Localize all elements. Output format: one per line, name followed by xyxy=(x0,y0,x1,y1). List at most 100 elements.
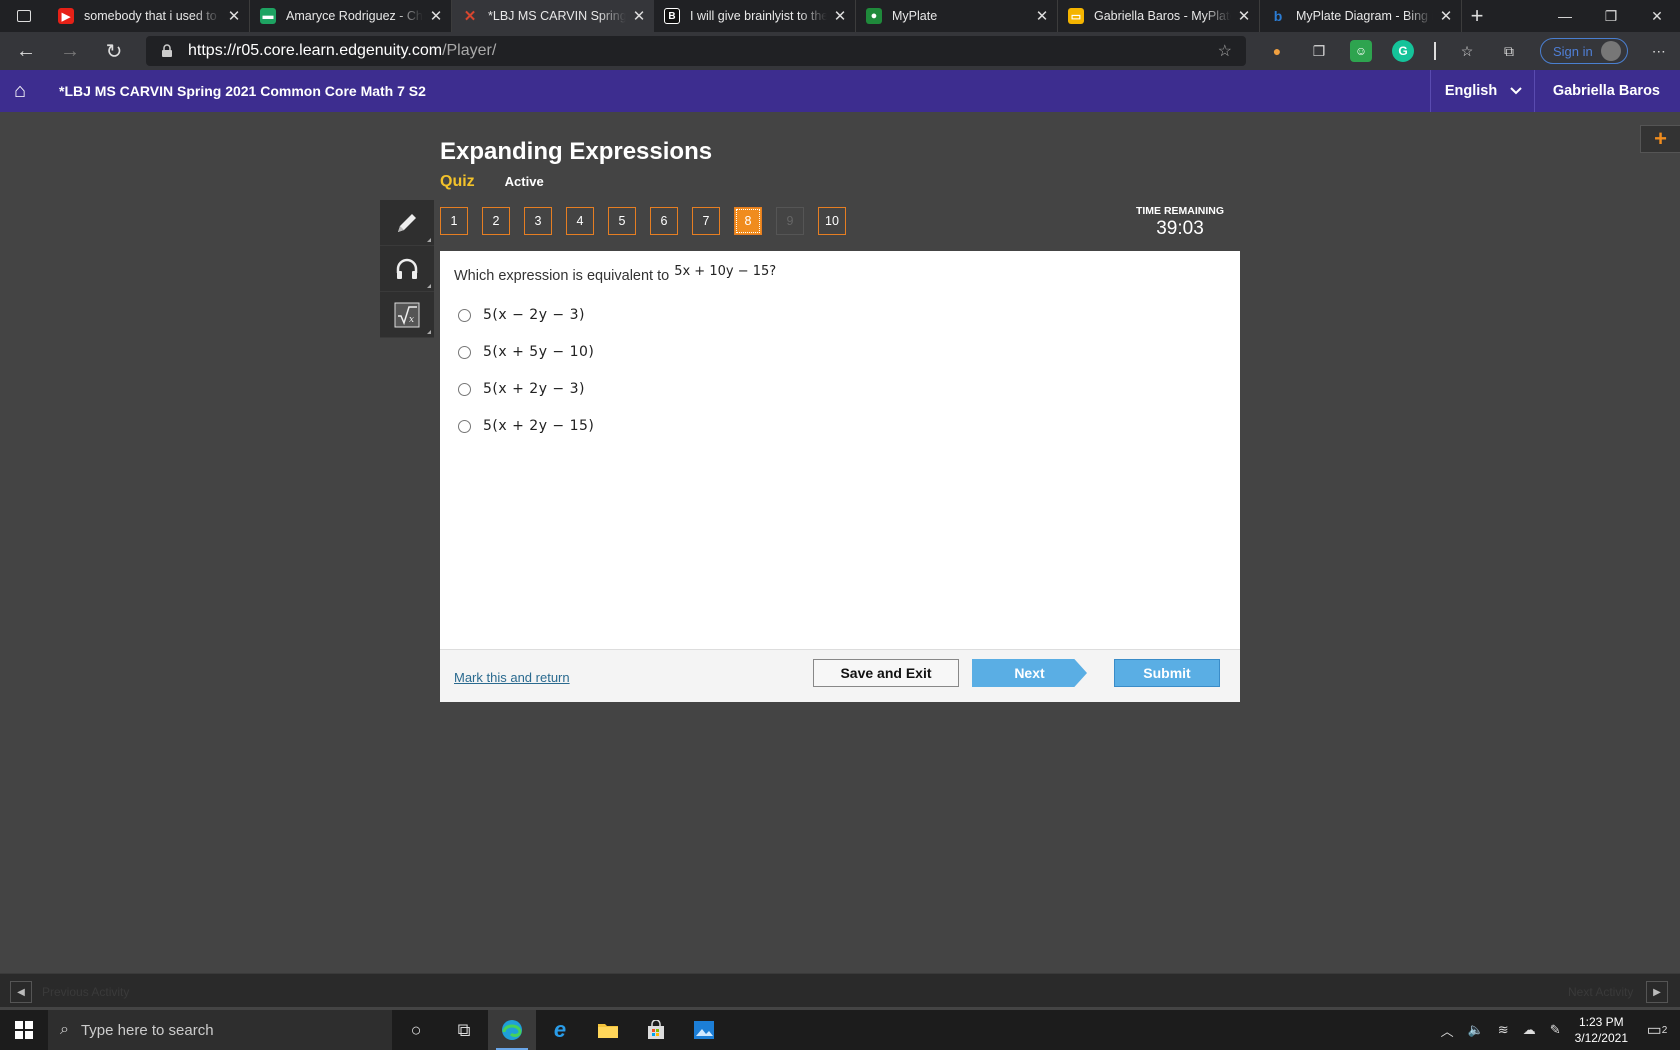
question-number-button[interactable]: 1 xyxy=(440,207,468,235)
search-placeholder: Type here to search xyxy=(80,1021,214,1039)
volume-icon[interactable]: 🔈 xyxy=(1468,1022,1484,1038)
restore-button[interactable]: ❐ xyxy=(1588,0,1634,32)
browser-tab-3[interactable]: ✕ *LBJ MS CARVIN Spring 2021 ✕ xyxy=(452,0,654,32)
next-activity-label: Next Activity xyxy=(1568,985,1634,999)
question-number-button[interactable]: 4 xyxy=(566,207,594,235)
close-tab-icon[interactable]: ✕ xyxy=(1035,7,1049,25)
previous-activity-button[interactable]: ◀ xyxy=(10,981,32,1003)
onedrive-icon[interactable]: ☁ xyxy=(1523,1022,1536,1038)
question-expression: 5x + 10y − 15? xyxy=(674,264,777,279)
extension-avatar-icon[interactable]: ● xyxy=(1266,40,1288,62)
answer-option-4[interactable]: 5(x + 2y − 15) xyxy=(458,418,594,434)
browser-tab-4[interactable]: B I will give brainlyist to the ✕ xyxy=(654,0,856,32)
new-tab-button[interactable]: + xyxy=(1462,0,1492,32)
pen-icon[interactable]: ✎ xyxy=(1550,1022,1561,1038)
file-explorer-icon[interactable] xyxy=(584,1010,632,1050)
collections-icon[interactable]: ⧉ xyxy=(1498,40,1520,62)
timer-label: TIME REMAINING xyxy=(1135,205,1225,217)
expand-plus-button[interactable]: + xyxy=(1640,125,1680,153)
windows-taskbar: ⌕ Type here to search ○ ⧉ e ︿ 🔈 ≋ ☁ ✎ 1:… xyxy=(0,1010,1680,1050)
question-number-button[interactable]: 2 xyxy=(482,207,510,235)
refresh-button[interactable]: ↻ xyxy=(96,35,132,67)
task-view-icon[interactable]: ⧉ xyxy=(440,1010,488,1050)
tab-actions-button[interactable] xyxy=(0,0,48,32)
math-tool-button[interactable]: x xyxy=(380,292,434,338)
more-menu-icon[interactable]: ⋯ xyxy=(1648,40,1670,62)
start-button[interactable] xyxy=(0,1010,48,1050)
close-window-button[interactable]: ✕ xyxy=(1634,0,1680,32)
grammarly-icon[interactable]: G xyxy=(1392,40,1414,62)
slides-icon: ▭ xyxy=(1068,8,1084,24)
close-tab-icon[interactable]: ✕ xyxy=(227,7,241,25)
extensions-area: ● ❐ ☺ G ☆ ⧉ Sign in ⋯ xyxy=(1266,38,1680,64)
cortana-icon[interactable]: ○ xyxy=(392,1010,440,1050)
edge-logo-icon xyxy=(502,1020,522,1040)
url-field[interactable]: https://r05.core.learn.edgenuity.com/Pla… xyxy=(146,36,1246,66)
question-number-button[interactable]: 10 xyxy=(818,207,846,235)
browser-tab-5[interactable]: ● MyPlate ✕ xyxy=(856,0,1058,32)
home-icon[interactable]: ⌂ xyxy=(0,80,40,103)
audio-tool-button[interactable] xyxy=(380,246,434,292)
browser-tab-2[interactable]: ▬ Amaryce Rodriguez - Chat ✕ xyxy=(250,0,452,32)
language-selector[interactable]: English xyxy=(1429,70,1534,112)
submit-button[interactable]: Submit xyxy=(1114,659,1220,687)
question-panel: Which expression is equivalent to 5x + 1… xyxy=(440,251,1240,702)
extension-green-icon[interactable]: ☺ xyxy=(1350,40,1372,62)
notification-count: 2 xyxy=(1661,1024,1668,1036)
next-activity-button[interactable]: ▶ xyxy=(1646,981,1668,1003)
close-tab-icon[interactable]: ✕ xyxy=(833,7,847,25)
add-favorite-icon[interactable]: ☆ xyxy=(1218,41,1232,61)
taskbar-search[interactable]: ⌕ Type here to search xyxy=(48,1010,392,1050)
browser-tab-6[interactable]: ▭ Gabriella Baros - MyPlate ✕ xyxy=(1058,0,1260,32)
forward-button[interactable]: → xyxy=(52,35,88,67)
favorites-icon[interactable]: ☆ xyxy=(1456,40,1478,62)
minimize-button[interactable]: — xyxy=(1542,0,1588,32)
wifi-icon[interactable]: ≋ xyxy=(1498,1022,1509,1038)
close-tab-icon[interactable]: ✕ xyxy=(1237,7,1251,25)
answer-option-3[interactable]: 5(x + 2y − 3) xyxy=(458,381,585,397)
next-button[interactable]: Next xyxy=(972,659,1087,687)
question-prompt: Which expression is equivalent to 5x + 1… xyxy=(454,264,776,284)
store-icon[interactable] xyxy=(632,1010,680,1050)
mark-and-return-link[interactable]: Mark this and return xyxy=(454,670,570,685)
system-clock[interactable]: 1:23 PM 3/12/2021 xyxy=(1575,1014,1628,1046)
answer-option-1[interactable]: 5(x − 2y − 3) xyxy=(458,307,585,323)
show-hidden-icons[interactable]: ︿ xyxy=(1441,1021,1454,1040)
answer-option-2[interactable]: 5(x + 5y − 10) xyxy=(458,344,594,360)
tool-palette: x xyxy=(380,200,434,338)
folder-icon xyxy=(598,1024,618,1038)
system-tray: ︿ 🔈 ≋ ☁ ✎ 1:23 PM 3/12/2021 ▭ 2 xyxy=(1441,1014,1680,1046)
current-question-button[interactable]: 8 xyxy=(734,207,762,235)
extension-copy-icon[interactable]: ❐ xyxy=(1308,40,1330,62)
browser-tab-bar: ▶ somebody that i used to know ✕ ▬ Amary… xyxy=(0,0,1680,32)
time-remaining: TIME REMAINING 39:03 xyxy=(1120,205,1240,240)
notification-center-icon[interactable]: ▭ 2 xyxy=(1642,1020,1672,1040)
browser-tab-7[interactable]: b MyPlate Diagram - Bing images ✕ xyxy=(1260,0,1462,32)
url-host: https://r05.core.learn.edgenuity.com xyxy=(188,42,443,59)
pencil-tool-button[interactable] xyxy=(380,200,434,246)
lock-icon xyxy=(162,44,172,57)
question-number-button[interactable]: 6 xyxy=(650,207,678,235)
user-name[interactable]: Gabriella Baros xyxy=(1533,70,1680,112)
question-number-button[interactable]: 3 xyxy=(524,207,552,235)
question-navigator: 1 2 3 4 5 6 7 8 9 10 xyxy=(440,207,846,235)
activity-status: Active xyxy=(504,174,544,189)
divider-icon xyxy=(1434,42,1436,60)
browser-tab-1[interactable]: ▶ somebody that i used to know ✕ xyxy=(48,0,250,32)
internet-explorer-icon[interactable]: e xyxy=(536,1010,584,1050)
edge-app-icon[interactable] xyxy=(488,1010,536,1050)
radio-button[interactable] xyxy=(458,308,471,322)
question-number-button[interactable]: 7 xyxy=(692,207,720,235)
question-footer: Mark this and return Save and Exit Next … xyxy=(440,649,1240,702)
save-and-exit-button[interactable]: Save and Exit xyxy=(813,659,959,687)
radio-button[interactable] xyxy=(458,382,471,396)
sign-in-button[interactable]: Sign in xyxy=(1540,38,1628,64)
radio-button[interactable] xyxy=(458,419,471,433)
photos-icon[interactable] xyxy=(680,1010,728,1050)
back-button[interactable]: ← xyxy=(8,35,44,67)
question-number-button[interactable]: 5 xyxy=(608,207,636,235)
close-tab-icon[interactable]: ✕ xyxy=(1439,7,1453,25)
radio-button[interactable] xyxy=(458,345,471,359)
close-tab-icon[interactable]: ✕ xyxy=(429,7,443,25)
close-tab-icon[interactable]: ✕ xyxy=(632,7,646,25)
